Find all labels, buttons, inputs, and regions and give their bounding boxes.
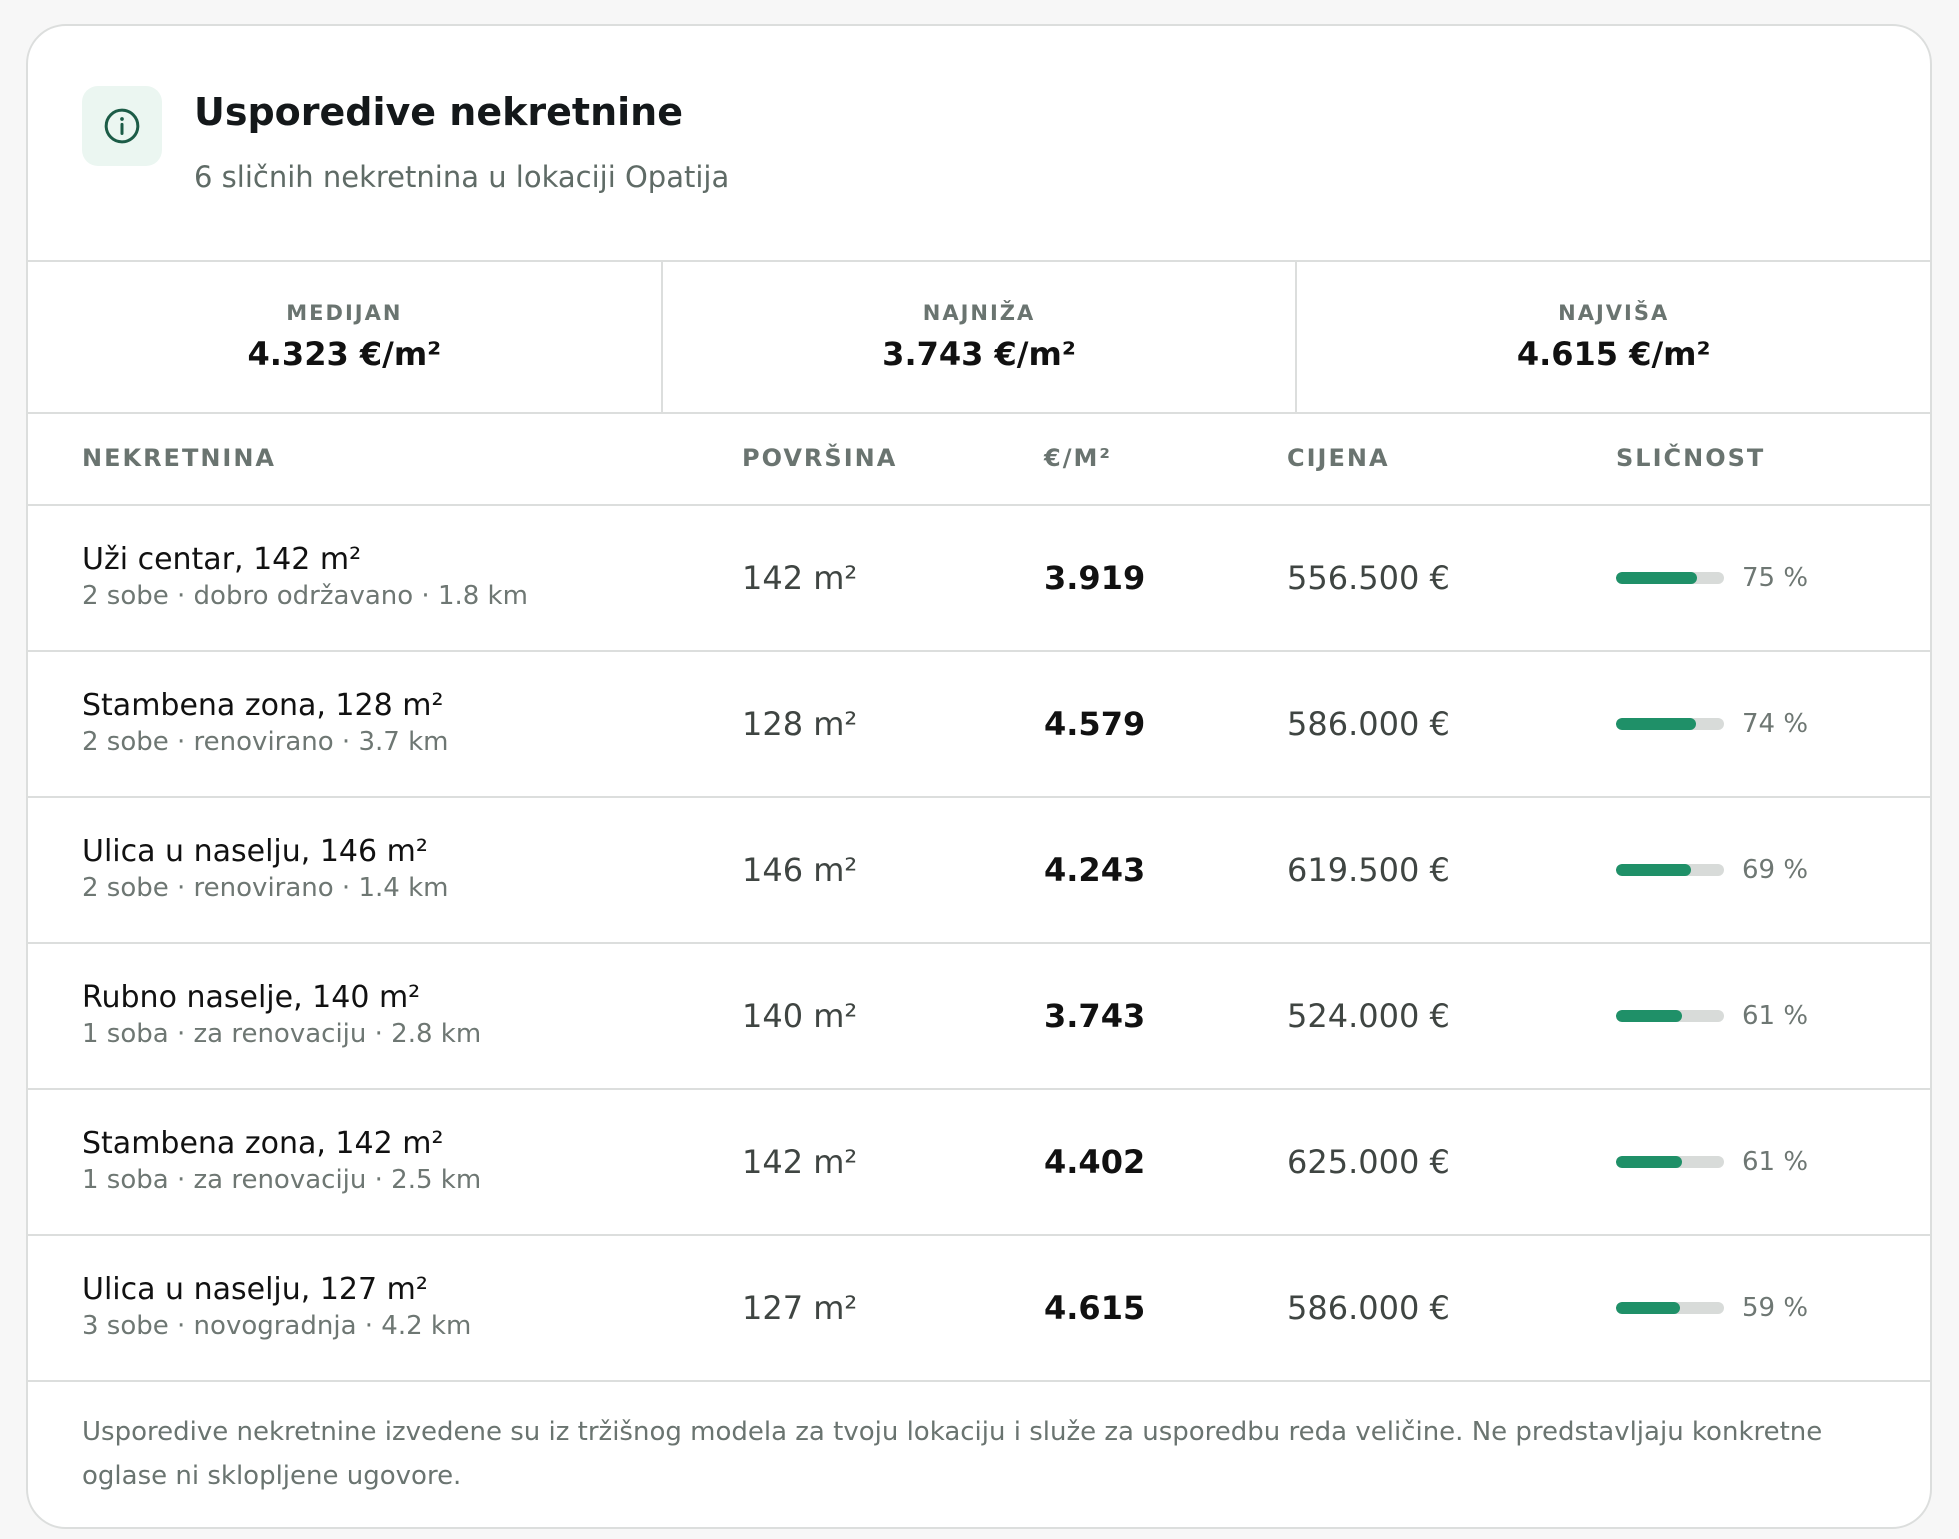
- card-title: Usporedive nekretnine: [194, 90, 683, 134]
- table-row: Rubno naselje, 140 m² 1 soba · za renova…: [28, 944, 1930, 1090]
- price-per-m2-cell: 4.402: [1044, 1143, 1146, 1181]
- stat-median: MEDIJAN 4.323 €/m²: [28, 262, 661, 412]
- similarity-value: 61 %: [1742, 1001, 1809, 1031]
- property-cell: Uži centar, 142 m² 2 sobe · dobro održav…: [82, 542, 528, 611]
- stat-value: 4.615 €/m²: [1516, 335, 1711, 373]
- similarity-bar-fill: [1616, 1010, 1682, 1022]
- similarity-bar-fill: [1616, 1302, 1680, 1314]
- column-header-price-per-m2: €/M²: [1044, 444, 1112, 472]
- property-name: Uži centar, 142 m²: [82, 542, 362, 577]
- similarity-cell: 74 %: [1616, 652, 1808, 796]
- similarity-bar: [1616, 1010, 1724, 1022]
- property-name: Ulica u naselju, 146 m²: [82, 834, 428, 869]
- similarity-value: 75 %: [1742, 563, 1809, 593]
- property-details: 2 sobe · renovirano · 3.7 km: [82, 727, 449, 757]
- property-cell: Ulica u naselju, 127 m² 3 sobe · novogra…: [82, 1272, 471, 1341]
- property-cell: Rubno naselje, 140 m² 1 soba · za renova…: [82, 980, 481, 1049]
- info-icon: [104, 108, 140, 144]
- area-cell: 146 m²: [742, 851, 858, 889]
- similarity-bar: [1616, 864, 1724, 876]
- property-cell: Ulica u naselju, 146 m² 2 sobe · renovir…: [82, 834, 448, 903]
- property-name: Ulica u naselju, 127 m²: [82, 1272, 428, 1307]
- area-cell: 142 m²: [742, 559, 858, 597]
- price-cell: 556.500 €: [1287, 559, 1450, 597]
- info-badge: [82, 86, 162, 166]
- stat-highest: NAJVIŠA 4.615 €/m²: [1295, 262, 1930, 412]
- similarity-bar: [1616, 572, 1724, 584]
- table-header: NEKRETNINA POVRŠINA €/M² CIJENA SLIČNOST: [28, 414, 1930, 506]
- area-cell: 142 m²: [742, 1143, 858, 1181]
- similarity-value: 61 %: [1742, 1147, 1809, 1177]
- column-header-area: POVRŠINA: [742, 444, 898, 472]
- stats-summary: MEDIJAN 4.323 €/m² NAJNIŽA 3.743 €/m² NA…: [28, 262, 1930, 414]
- stat-label: MEDIJAN: [286, 301, 403, 325]
- card-subtitle: 6 sličnih nekretnina u lokaciji Opatija: [194, 160, 730, 194]
- column-header-price: CIJENA: [1287, 444, 1390, 472]
- property-details: 2 sobe · dobro održavano · 1.8 km: [82, 581, 528, 611]
- similarity-bar: [1616, 1156, 1724, 1168]
- property-details: 1 soba · za renovaciju · 2.5 km: [82, 1165, 482, 1195]
- price-cell: 586.000 €: [1287, 1289, 1450, 1327]
- column-header-similarity: SLIČNOST: [1616, 444, 1766, 472]
- property-name: Stambena zona, 128 m²: [82, 688, 444, 723]
- price-per-m2-cell: 3.743: [1044, 997, 1146, 1035]
- area-cell: 140 m²: [742, 997, 858, 1035]
- table-row: Uži centar, 142 m² 2 sobe · dobro održav…: [28, 506, 1930, 652]
- price-per-m2-cell: 3.919: [1044, 559, 1146, 597]
- property-details: 3 sobe · novogradnja · 4.2 km: [82, 1311, 472, 1341]
- price-per-m2-cell: 4.615: [1044, 1289, 1146, 1327]
- stat-label: NAJNIŽA: [922, 301, 1036, 325]
- comparables-card: Usporedive nekretnine 6 sličnih nekretni…: [26, 24, 1932, 1529]
- stat-value: 4.323 €/m²: [247, 335, 442, 373]
- similarity-cell: 61 %: [1616, 1090, 1808, 1234]
- similarity-cell: 59 %: [1616, 1236, 1808, 1380]
- price-cell: 524.000 €: [1287, 997, 1450, 1035]
- price-cell: 619.500 €: [1287, 851, 1450, 889]
- card-header: Usporedive nekretnine 6 sličnih nekretni…: [28, 26, 1930, 262]
- stat-lowest: NAJNIŽA 3.743 €/m²: [660, 262, 1296, 412]
- similarity-value: 59 %: [1742, 1293, 1809, 1323]
- property-cell: Stambena zona, 142 m² 1 soba · za renova…: [82, 1126, 481, 1195]
- area-cell: 127 m²: [742, 1289, 858, 1327]
- similarity-bar: [1616, 1302, 1724, 1314]
- table-row: Ulica u naselju, 127 m² 3 sobe · novogra…: [28, 1236, 1930, 1382]
- property-details: 2 sobe · renovirano · 1.4 km: [82, 873, 449, 903]
- similarity-bar: [1616, 718, 1724, 730]
- price-cell: 625.000 €: [1287, 1143, 1450, 1181]
- similarity-cell: 61 %: [1616, 944, 1808, 1088]
- table-row: Stambena zona, 142 m² 1 soba · za renova…: [28, 1090, 1930, 1236]
- similarity-bar-fill: [1616, 718, 1696, 730]
- similarity-cell: 75 %: [1616, 506, 1808, 650]
- price-per-m2-cell: 4.243: [1044, 851, 1146, 889]
- property-details: 1 soba · za renovaciju · 2.8 km: [82, 1019, 482, 1049]
- price-cell: 586.000 €: [1287, 705, 1450, 743]
- similarity-cell: 69 %: [1616, 798, 1808, 942]
- property-name: Rubno naselje, 140 m²: [82, 980, 421, 1015]
- property-cell: Stambena zona, 128 m² 2 sobe · renoviran…: [82, 688, 448, 757]
- column-header-property: NEKRETNINA: [82, 444, 276, 472]
- stat-value: 3.743 €/m²: [882, 335, 1076, 373]
- table-row: Stambena zona, 128 m² 2 sobe · renoviran…: [28, 652, 1930, 798]
- property-name: Stambena zona, 142 m²: [82, 1126, 444, 1161]
- price-per-m2-cell: 4.579: [1044, 705, 1146, 743]
- similarity-value: 74 %: [1742, 709, 1809, 739]
- similarity-bar-fill: [1616, 572, 1697, 584]
- stat-label: NAJVIŠA: [1558, 301, 1670, 325]
- similarity-bar-fill: [1616, 864, 1691, 876]
- area-cell: 128 m²: [742, 705, 858, 743]
- disclaimer-note: Usporedive nekretnine izvedene su iz trž…: [82, 1417, 1823, 1491]
- table-row: Ulica u naselju, 146 m² 2 sobe · renovir…: [28, 798, 1930, 944]
- similarity-value: 69 %: [1742, 855, 1809, 885]
- similarity-bar-fill: [1616, 1156, 1682, 1168]
